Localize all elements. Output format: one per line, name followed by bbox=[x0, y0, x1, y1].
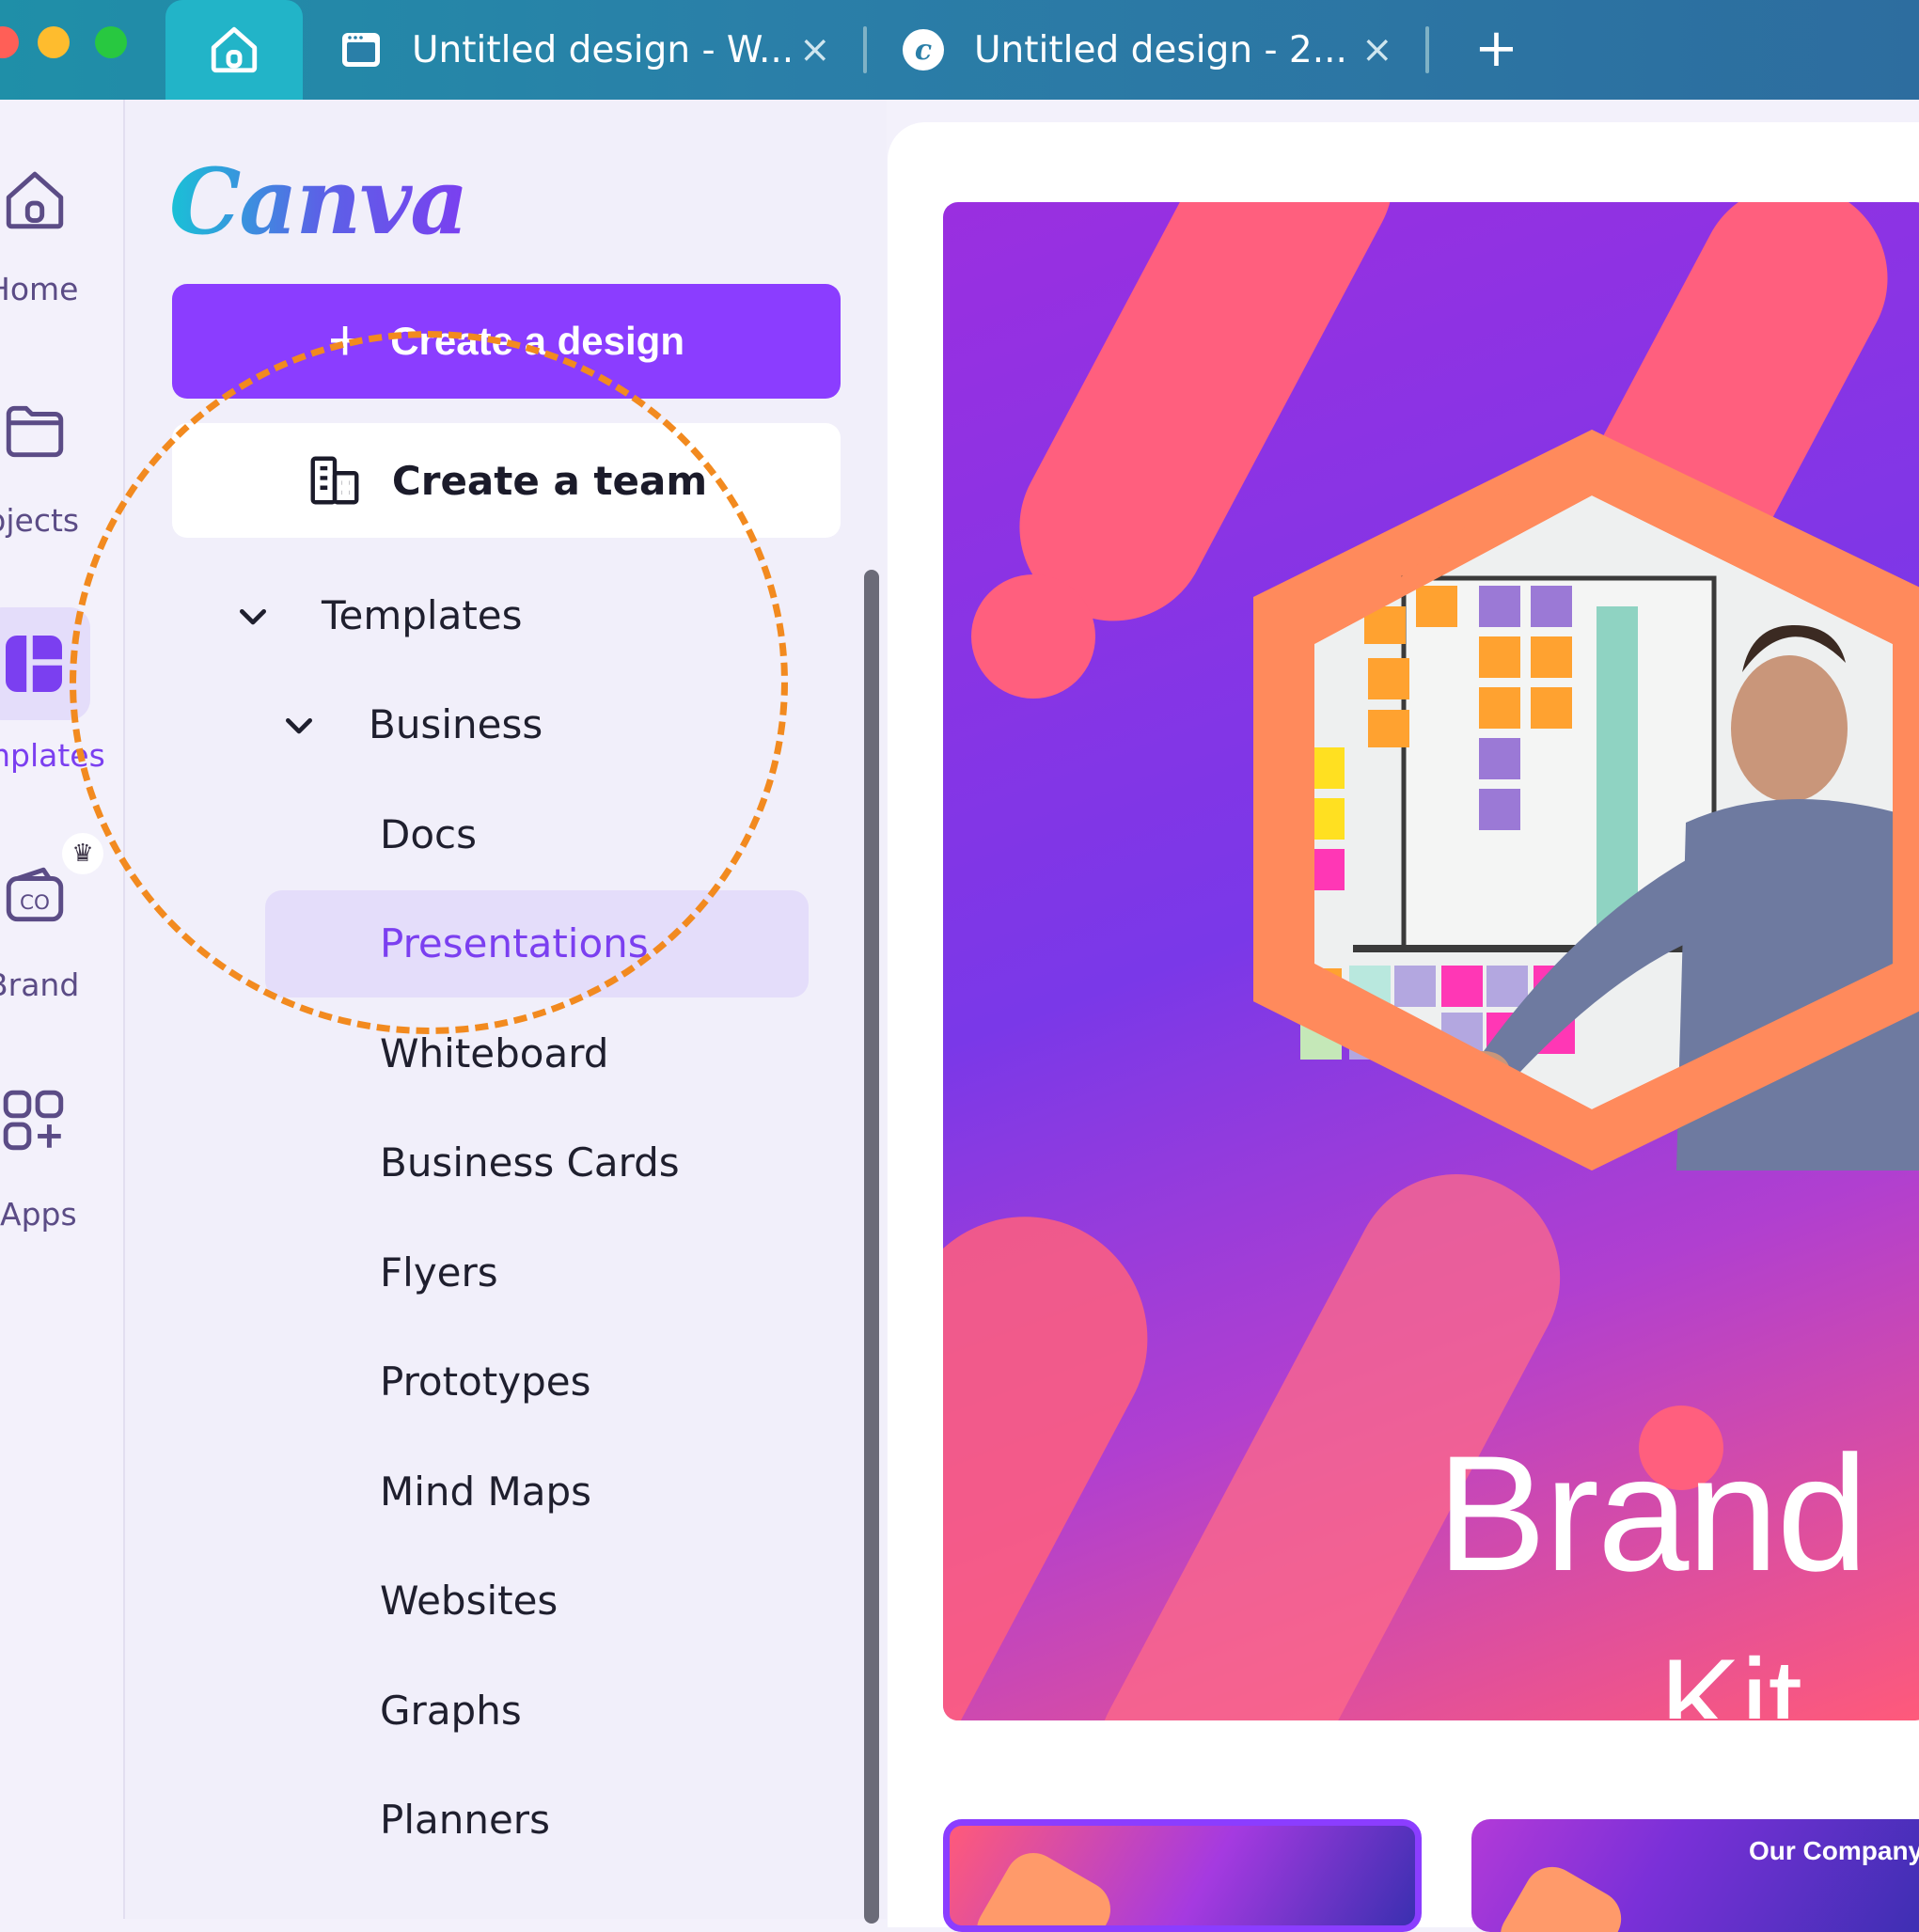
folder-icon bbox=[6, 405, 64, 458]
panel-scrollbar[interactable] bbox=[864, 570, 879, 1924]
home-icon bbox=[211, 26, 258, 73]
tree-item-mind-maps[interactable]: Mind Maps bbox=[380, 1469, 591, 1515]
rail-item-templates[interactable]: Templates bbox=[0, 607, 123, 774]
rail-item-projects[interactable]: Projects bbox=[0, 397, 123, 539]
tree-item-graphs[interactable]: Graphs bbox=[380, 1688, 522, 1734]
tree-item-prototypes[interactable]: Prototypes bbox=[380, 1359, 591, 1405]
whiteboard-icon bbox=[338, 27, 384, 72]
tab-canva-design[interactable]: c Untitled design - 2... × bbox=[901, 0, 1408, 100]
maximize-window-button[interactable] bbox=[95, 26, 127, 58]
tab-whiteboard-design[interactable]: Untitled design - W... × bbox=[338, 0, 846, 100]
tree-item-presentations[interactable]: Presentations bbox=[380, 920, 649, 966]
svg-text:CO: CO bbox=[20, 891, 50, 915]
tab-title: Untitled design - W... bbox=[412, 28, 794, 71]
tree-item-planners[interactable]: Planners bbox=[380, 1797, 550, 1843]
rail-item-label: Templates bbox=[0, 737, 105, 774]
create-design-button[interactable]: + Create a design bbox=[172, 284, 841, 399]
chevron-down-icon[interactable] bbox=[234, 599, 272, 636]
tab-separator bbox=[1425, 26, 1429, 73]
create-design-label: Create a design bbox=[390, 319, 684, 363]
brand-icon: CO bbox=[6, 867, 64, 922]
rail-item-brand[interactable]: ♛ CO Brand bbox=[0, 833, 123, 1003]
tree-item-whiteboard[interactable]: Whiteboard bbox=[380, 1030, 608, 1076]
plus-icon: + bbox=[327, 308, 363, 373]
close-window-button[interactable] bbox=[0, 26, 19, 58]
tree-item-docs[interactable]: Docs bbox=[380, 811, 477, 857]
building-icon bbox=[310, 456, 359, 505]
tree-item-flyers[interactable]: Flyers bbox=[380, 1249, 498, 1296]
preview-title: Brand bbox=[1437, 1422, 1868, 1606]
tab-title: Untitled design - 2... bbox=[974, 28, 1347, 71]
tab-separator bbox=[863, 26, 867, 73]
canva-icon: c bbox=[901, 27, 946, 72]
chevron-down-icon[interactable] bbox=[280, 708, 318, 746]
apps-icon bbox=[3, 1090, 64, 1151]
rail-item-apps[interactable]: Apps bbox=[0, 1087, 123, 1233]
rail-item-label: Projects bbox=[0, 502, 80, 539]
tree-label: Templates bbox=[322, 592, 523, 638]
tree-item-business-cards[interactable]: Business Cards bbox=[380, 1139, 680, 1186]
slide-thumbnail-1[interactable] bbox=[943, 1819, 1422, 1932]
rail-item-home[interactable]: Home bbox=[0, 165, 123, 307]
thumbnail-hexagon bbox=[1489, 1856, 1632, 1932]
create-team-label: Create a team bbox=[391, 457, 708, 504]
svg-text:c: c bbox=[915, 34, 932, 67]
slide-thumbnail-2[interactable]: Our Company bbox=[1471, 1819, 1919, 1932]
rail-item-label: Apps bbox=[0, 1196, 77, 1233]
tree-item-websites[interactable]: Websites bbox=[380, 1578, 558, 1624]
templates-icon bbox=[6, 636, 62, 692]
create-team-button[interactable]: Create a team bbox=[172, 423, 841, 538]
thumbnail-title: Our Company bbox=[1749, 1836, 1919, 1865]
minimize-window-button[interactable] bbox=[38, 26, 70, 58]
home-tab[interactable] bbox=[165, 0, 303, 100]
tree-label: Business bbox=[369, 701, 543, 747]
new-tab-button[interactable]: + bbox=[1474, 21, 1518, 77]
rail-item-label: Brand bbox=[0, 966, 80, 1003]
side-rail: Home Projects Templates ♛ CO Brand Apps bbox=[0, 100, 125, 1919]
close-tab-icon[interactable]: × bbox=[799, 28, 831, 71]
browser-tab-bar: Untitled design - W... × c Untitled desi… bbox=[0, 0, 1919, 100]
canva-logo[interactable]: Canva bbox=[169, 149, 468, 255]
close-tab-icon[interactable]: × bbox=[1361, 28, 1393, 71]
home-icon bbox=[6, 171, 64, 229]
rail-item-label: Home bbox=[0, 271, 79, 307]
